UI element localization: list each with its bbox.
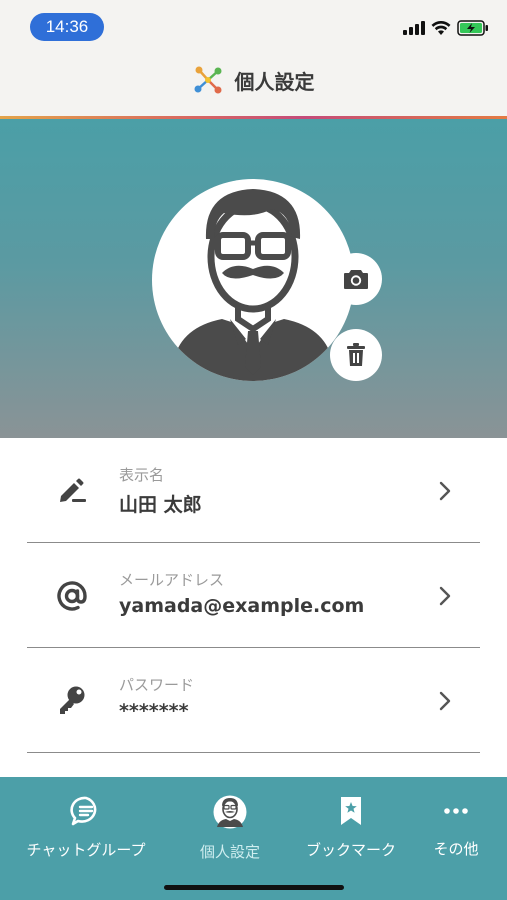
delete-photo-button[interactable]	[330, 329, 382, 381]
setting-row-display-name[interactable]: 表示名 山田 太郎	[27, 438, 480, 543]
pencil-icon	[55, 474, 89, 508]
bookmark-icon	[334, 795, 368, 827]
avatar-man-icon	[174, 189, 332, 381]
page-title: 個人設定	[234, 69, 315, 94]
trash-icon	[347, 343, 365, 366]
key-icon	[55, 684, 89, 718]
tab-label: ブックマーク	[305, 841, 396, 859]
profile-avatar[interactable]	[152, 179, 354, 381]
avatar-icon	[213, 795, 247, 829]
setting-row-email[interactable]: メールアドレス yamada@example.com	[27, 543, 480, 648]
chevron-right-icon	[439, 691, 451, 711]
bottom-tab-bar: チャットグループ 個人設定 ブックマーク その他	[0, 777, 507, 900]
change-photo-button[interactable]	[330, 253, 382, 305]
at-icon	[55, 579, 89, 613]
wifi-icon	[431, 20, 451, 35]
tab-label: その他	[433, 840, 479, 858]
setting-label: メールアドレス	[119, 571, 225, 589]
tab-other[interactable]: その他	[428, 795, 484, 859]
tab-label: チャットグループ	[26, 841, 146, 859]
nav-title-group: 個人設定	[0, 64, 507, 96]
tab-bookmark[interactable]: ブックマーク	[302, 795, 400, 859]
more-icon	[439, 795, 473, 826]
tab-personal-settings[interactable]: 個人設定	[190, 795, 270, 861]
status-icons	[403, 20, 489, 36]
chat-icon	[69, 795, 103, 827]
battery-charging-icon	[457, 20, 488, 36]
setting-label: パスワード	[119, 676, 195, 694]
camera-icon	[344, 270, 368, 289]
setting-value: *******	[119, 700, 189, 722]
status-bar: 14:36	[0, 0, 507, 54]
home-indicator[interactable]	[164, 885, 344, 890]
setting-value: 山田 太郎	[119, 494, 202, 516]
profile-hero	[0, 119, 507, 438]
settings-list: 表示名 山田 太郎 メールアドレス yamada@example.com パスワ…	[0, 438, 507, 753]
setting-row-password[interactable]: パスワード *******	[27, 648, 480, 753]
tab-chat-group[interactable]: チャットグループ	[22, 795, 150, 859]
chevron-right-icon	[439, 481, 451, 501]
nav-header: 個人設定	[0, 54, 507, 116]
status-time: 14:36	[30, 13, 104, 41]
setting-label: 表示名	[119, 466, 165, 484]
setting-value: yamada@example.com	[119, 595, 365, 617]
cellular-signal-icon	[403, 21, 425, 35]
app-logo-icon	[194, 66, 221, 94]
chevron-right-icon	[439, 586, 451, 606]
tab-label: 個人設定	[199, 843, 260, 861]
